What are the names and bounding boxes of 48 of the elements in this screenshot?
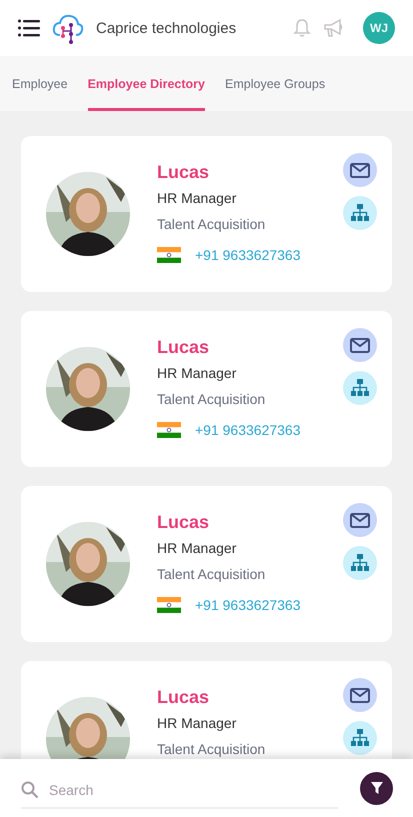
org-chart-button[interactable] <box>343 371 377 405</box>
org-chart-icon <box>350 553 370 573</box>
tab[interactable]: Employee Groups <box>225 56 326 111</box>
filter-button[interactable] <box>360 772 393 804</box>
employee-card[interactable]: Lucas HR Manager Talent Acquisition <box>21 661 392 759</box>
org-chart-icon <box>350 378 370 398</box>
employee-name: Lucas <box>157 161 210 183</box>
department: Talent Acquisition <box>157 215 266 233</box>
org-chart-button[interactable] <box>343 546 377 580</box>
employee-card[interactable]: Lucas HR Manager Talent Acquisition +91 9633627363 <box>21 486 392 642</box>
phone-link[interactable]: +91 9633627363 <box>195 597 300 613</box>
brand-name: Caprice technologies <box>96 20 238 36</box>
org-chart-icon <box>350 203 370 223</box>
mail-button[interactable] <box>343 328 377 362</box>
tab[interactable]: Employee <box>12 56 68 111</box>
employee-card[interactable]: Lucas HR Manager Talent Acquisition +91 9633627363 <box>21 311 392 467</box>
employee-name: Lucas <box>157 686 210 708</box>
envelope-icon <box>350 162 370 178</box>
flag-icon <box>157 247 181 263</box>
department: Talent Acquisition <box>157 740 266 758</box>
search-icon <box>21 781 39 799</box>
phone-link[interactable]: +91 9633627363 <box>195 247 300 263</box>
tab[interactable]: Employee Directory <box>88 56 206 111</box>
user-avatar[interactable]: WJ <box>363 12 395 44</box>
flag-icon <box>157 422 181 438</box>
mail-button[interactable] <box>343 503 377 537</box>
menu-icon[interactable] <box>18 19 40 37</box>
envelope-icon <box>350 512 370 528</box>
envelope-icon <box>350 688 370 702</box>
department: Talent Acquisition <box>157 390 266 408</box>
employee-card[interactable]: Lucas HR Manager Talent Acquisition +91 9633627363 <box>21 136 392 292</box>
cloud-logo-icon <box>52 12 84 44</box>
job-title: HR Manager <box>157 364 238 382</box>
employee-name: Lucas <box>157 336 210 358</box>
org-chart-button[interactable] <box>343 196 377 230</box>
mail-button[interactable] <box>343 153 377 187</box>
job-title: HR Manager <box>157 189 238 207</box>
department: Talent Acquisition <box>157 565 266 583</box>
flag-icon <box>157 597 181 613</box>
job-title: HR Manager <box>157 539 238 557</box>
job-title: HR Manager <box>157 714 238 732</box>
filter-icon <box>370 781 384 795</box>
org-chart-button[interactable] <box>343 721 377 755</box>
phone-link[interactable]: +91 9633627363 <box>195 422 300 438</box>
envelope-icon <box>350 338 370 352</box>
employee-name: Lucas <box>157 511 210 533</box>
org-chart-icon <box>350 728 370 748</box>
mail-button[interactable] <box>343 678 377 712</box>
